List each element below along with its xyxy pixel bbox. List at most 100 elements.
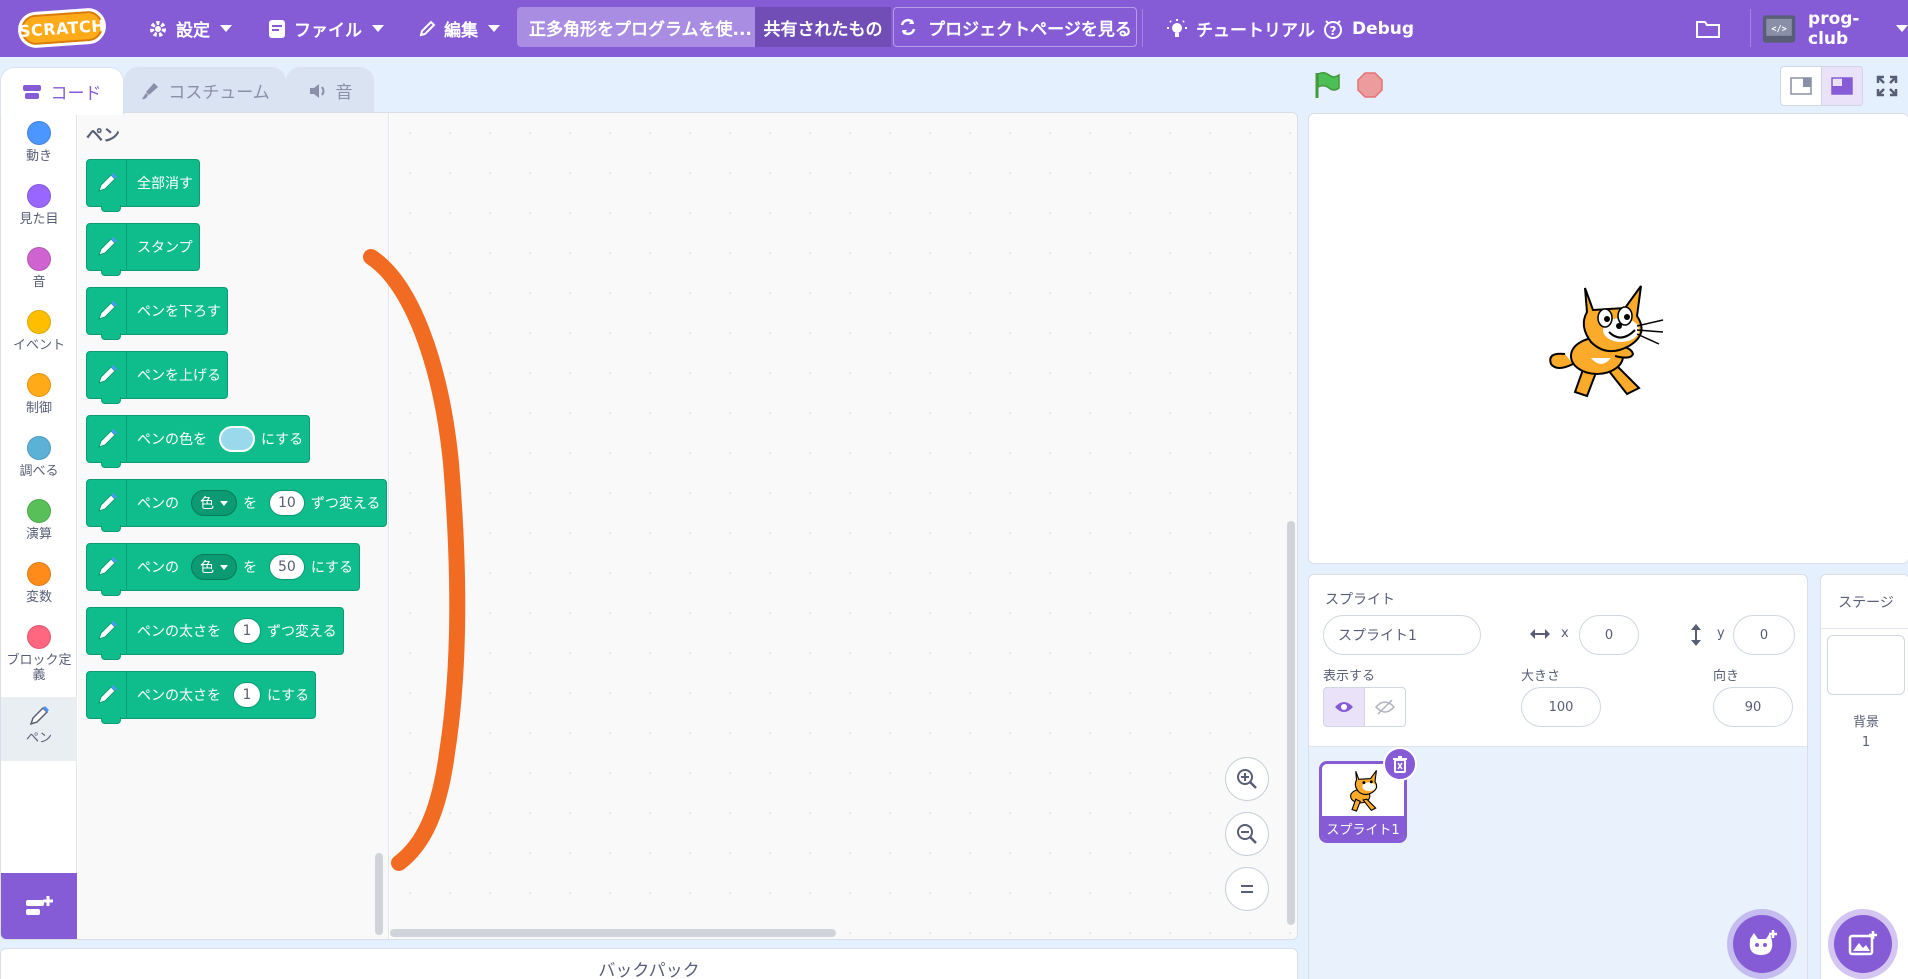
large-stage-button[interactable] xyxy=(1821,66,1863,106)
edit-menu[interactable]: 編集 xyxy=(418,0,500,57)
green-flag-icon xyxy=(1315,71,1340,98)
category-label: 制御 xyxy=(25,401,52,416)
block-text: ペンを上げる xyxy=(137,368,221,384)
category-variables[interactable]: 変数 xyxy=(1,554,77,616)
pen-param-dropdown[interactable]: 色 xyxy=(191,554,237,580)
stop-button[interactable] xyxy=(1357,72,1383,102)
add-extension-button[interactable] xyxy=(1,873,77,939)
edit-label: 編集 xyxy=(444,21,478,41)
pencil-icon xyxy=(419,20,436,36)
tab-sounds[interactable]: 音 xyxy=(286,67,374,113)
backpack-panel[interactable]: バックパック xyxy=(0,948,1298,979)
stage-target-pane[interactable]: ステージ 背景 1 xyxy=(1820,574,1908,979)
tutorials-menu[interactable]: チュートリアル xyxy=(1166,0,1315,57)
category-events[interactable]: イベント xyxy=(1,302,77,364)
chevron-down-icon xyxy=(1896,25,1908,32)
set-pen-size-block[interactable]: ペンの太さを 1 にする xyxy=(86,671,317,724)
tutorials-label: チュートリアル xyxy=(1196,21,1315,41)
chevron-down-icon xyxy=(488,25,500,32)
category-control[interactable]: 制御 xyxy=(1,365,77,427)
svg-text:</>: </> xyxy=(1771,24,1786,34)
block-text: ずつ変える xyxy=(267,624,337,640)
category-dot xyxy=(27,625,51,649)
project-title-input[interactable]: 正多角形をプログラムを使... xyxy=(517,7,755,47)
scratch-logo[interactable]: SCRATCH xyxy=(16,6,108,50)
chevron-down-icon xyxy=(220,25,232,32)
size-label: 大きさ xyxy=(1521,669,1561,684)
pen-stamp-block[interactable]: スタンプ xyxy=(86,223,200,276)
username-label: prog-club xyxy=(1808,8,1860,49)
pen-down-block[interactable]: ペンを下ろす xyxy=(86,287,228,340)
tab-costumes[interactable]: コスチューム xyxy=(124,67,286,113)
block-text: ペンの太さを xyxy=(137,688,221,704)
size-set-input[interactable]: 1 xyxy=(233,682,261,708)
category-operators[interactable]: 演算 xyxy=(1,491,77,553)
zoom-out-button[interactable] xyxy=(1225,812,1269,856)
pen-icon xyxy=(87,224,127,270)
category-looks[interactable]: 見た目 xyxy=(1,176,77,238)
block-text: ペンの xyxy=(137,560,179,576)
show-sprite-button[interactable] xyxy=(1323,687,1365,727)
green-flag-button[interactable] xyxy=(1312,70,1342,104)
category-dot xyxy=(27,562,51,586)
category-my-blocks[interactable]: ブロック定義 xyxy=(1,617,77,693)
set-value-input[interactable]: 50 xyxy=(269,554,305,580)
change-pen-param-block[interactable]: ペンの 色 を 10 ずつ変える xyxy=(86,479,388,532)
stop-icon xyxy=(1357,72,1383,98)
category-menu: 動き 見た目 音 イベント 制御 調べる 演算 変数 ブロック定義 ペン xyxy=(1,113,77,939)
tab-code[interactable]: コード xyxy=(0,67,124,115)
pen-clear-block[interactable]: 全部消す xyxy=(86,159,200,212)
size-change-input[interactable]: 1 xyxy=(233,618,261,644)
debug-menu[interactable]: ? Debug xyxy=(1322,0,1414,57)
add-sprite-icon xyxy=(1749,930,1777,955)
backdrop-thumbnail[interactable] xyxy=(1827,635,1905,695)
fullscreen-button[interactable] xyxy=(1866,66,1908,106)
set-pen-color-block[interactable]: ペンの色を にする xyxy=(86,415,311,468)
change-pen-size-block[interactable]: ペンの太さを 1 ずつ変える xyxy=(86,607,344,660)
category-pen[interactable]: ペン xyxy=(1,697,77,761)
my-stuff-button[interactable] xyxy=(1695,0,1729,57)
size-input[interactable]: 100 xyxy=(1521,687,1601,727)
delete-sprite-button[interactable] xyxy=(1383,747,1417,781)
category-sound[interactable]: 音 xyxy=(1,239,77,301)
account-menu[interactable]: </> prog-club xyxy=(1762,0,1908,57)
category-dot xyxy=(27,121,51,145)
block-text: ペンの xyxy=(137,496,179,512)
category-dot xyxy=(27,310,51,334)
workspace-vertical-scrollbar[interactable] xyxy=(1287,521,1295,925)
pen-color-picker[interactable] xyxy=(219,426,255,452)
category-sensing[interactable]: 調べる xyxy=(1,428,77,490)
sprite-name-input[interactable]: スプライト1 xyxy=(1323,615,1481,655)
shared-button[interactable]: 共有されたもの xyxy=(755,7,891,47)
category-label: イベント xyxy=(12,338,65,353)
add-sprite-button[interactable] xyxy=(1733,915,1791,973)
direction-input[interactable]: 90 xyxy=(1713,687,1793,727)
y-position-input[interactable]: 0 xyxy=(1733,615,1795,655)
category-motion[interactable]: 動き xyxy=(1,113,77,175)
category-label: 調べる xyxy=(19,464,59,479)
pen-param-dropdown[interactable]: 色 xyxy=(191,490,237,516)
zoom-in-button[interactable] xyxy=(1225,757,1269,801)
zoom-out-icon xyxy=(1237,824,1257,844)
add-backdrop-button[interactable] xyxy=(1834,915,1892,973)
file-menu[interactable]: ファイル xyxy=(268,0,384,57)
pen-icon xyxy=(29,706,49,726)
cat-sprite[interactable] xyxy=(1545,274,1675,404)
code-icon xyxy=(22,84,41,99)
zoom-reset-button[interactable] xyxy=(1225,867,1269,911)
annotation-bracket xyxy=(363,249,466,871)
debug-label: Debug xyxy=(1352,18,1415,39)
change-value-input[interactable]: 10 xyxy=(269,490,305,516)
menu-divider xyxy=(1750,9,1751,47)
settings-menu[interactable]: 設定 xyxy=(148,0,232,57)
x-position-input[interactable]: 0 xyxy=(1579,615,1639,655)
stage-canvas[interactable] xyxy=(1308,113,1908,564)
see-project-page-button[interactable]: プロジェクトページを見る xyxy=(893,7,1137,47)
set-pen-param-block[interactable]: ペンの 色 を 50 にする xyxy=(86,543,360,596)
workspace-horizontal-scrollbar[interactable] xyxy=(390,929,836,937)
small-stage-button[interactable] xyxy=(1780,66,1822,106)
hide-sprite-button[interactable] xyxy=(1364,687,1406,727)
pen-up-block[interactable]: ペンを上げる xyxy=(86,351,228,404)
see-project-page-label: プロジェクトページを見る xyxy=(928,19,1132,40)
script-workspace[interactable] xyxy=(390,113,1297,939)
